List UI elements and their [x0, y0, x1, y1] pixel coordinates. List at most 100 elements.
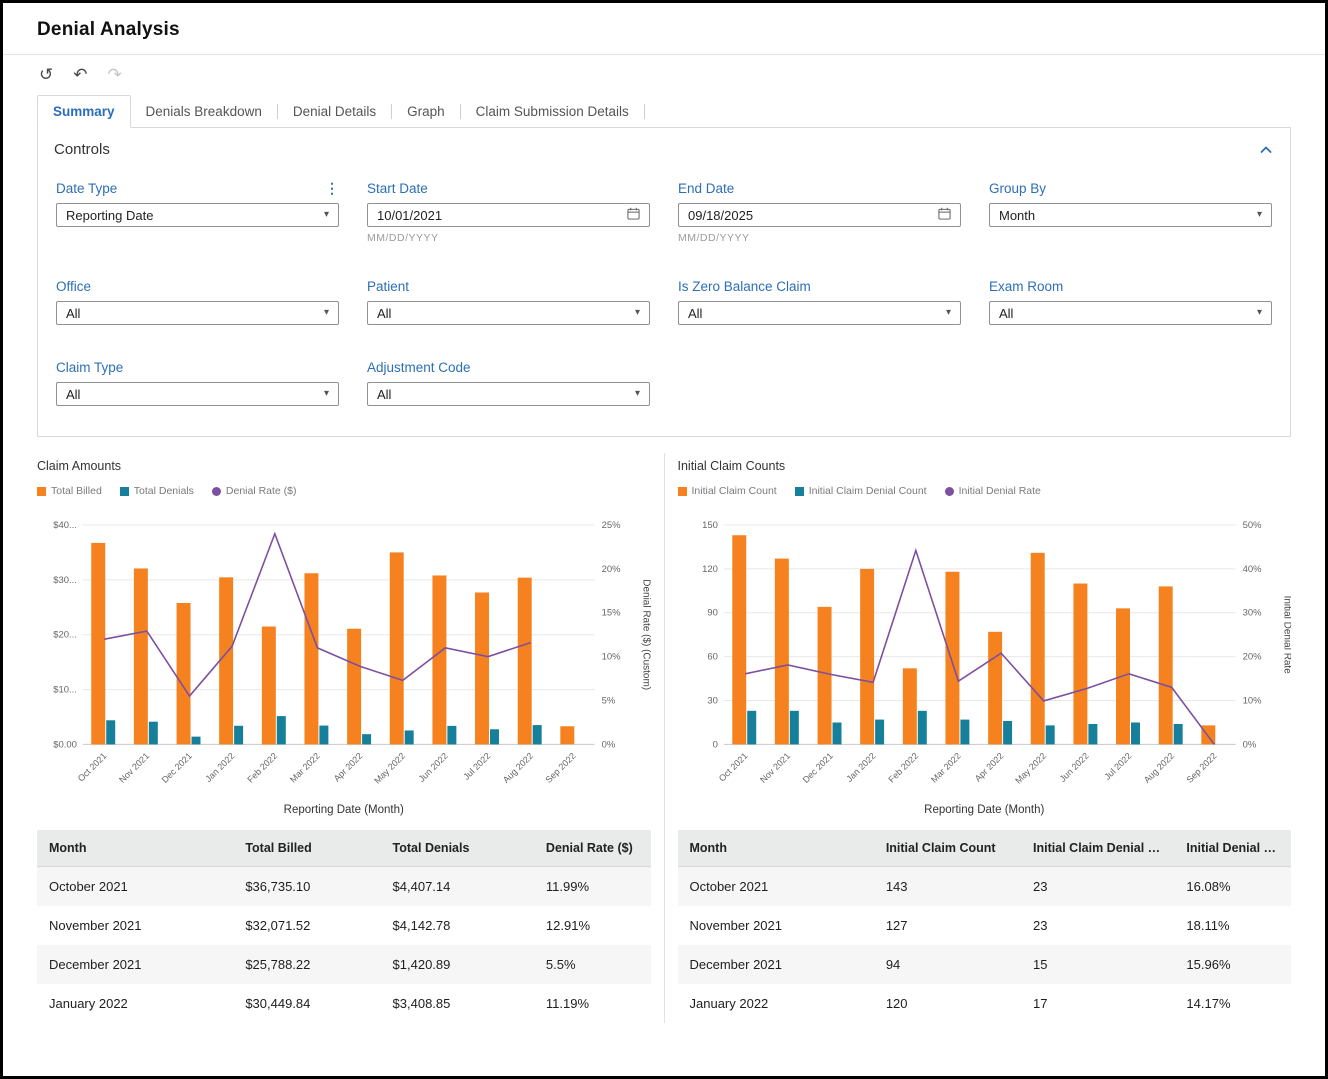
bar[interactable] — [944, 571, 959, 745]
bar[interactable] — [859, 568, 874, 745]
x-axis-title: Reporting Date (Month) — [283, 804, 404, 817]
tab-denial-details[interactable]: Denial Details — [278, 96, 391, 127]
bar[interactable] — [133, 568, 148, 745]
chevron-up-icon[interactable] — [1258, 142, 1274, 158]
bar[interactable] — [489, 729, 499, 745]
bar[interactable] — [304, 573, 319, 745]
bar[interactable] — [276, 716, 286, 745]
legend-item[interactable]: Denial Rate ($) — [211, 485, 297, 497]
y2-axis-title: Initial Denial Rate — [1281, 596, 1291, 675]
column-header: Total Denials — [380, 830, 534, 868]
tab-graph[interactable]: Graph — [392, 96, 460, 127]
office-select[interactable]: All ▾ — [56, 301, 339, 325]
bar[interactable] — [560, 726, 575, 745]
patient-select[interactable]: All ▾ — [367, 301, 650, 325]
bar[interactable] — [517, 577, 532, 745]
bar[interactable] — [261, 626, 276, 745]
bar[interactable] — [347, 628, 362, 745]
claim-type-select[interactable]: All ▾ — [56, 382, 339, 406]
bar[interactable] — [774, 558, 789, 745]
legend-item[interactable]: Total Billed — [37, 485, 102, 497]
bar[interactable] — [789, 710, 799, 745]
bar[interactable] — [219, 577, 234, 745]
date-type-select[interactable]: Reporting Date ▾ — [56, 203, 339, 227]
x-axis-tick-label: Sep 2022 — [1184, 751, 1218, 785]
reset-icon[interactable]: ↺ — [39, 66, 53, 83]
x-axis-tick-label: Jun 2022 — [417, 751, 450, 784]
bar[interactable] — [106, 720, 116, 745]
initial-claim-counts-chart[interactable]: 0 30 60 90 120 150 0% 10% 20% 30% 40% 50% Oct 2021 No… — [678, 513, 1292, 804]
bar[interactable] — [447, 725, 457, 745]
tab-claim-submission-details[interactable]: Claim Submission Details — [461, 96, 644, 127]
bar[interactable] — [1200, 725, 1215, 745]
claim-amounts-chart[interactable]: $0.00 $10... $20... $30... $40... 0% 5% 10% 15% 2… — [37, 513, 651, 804]
select-value: All — [377, 305, 392, 321]
bar[interactable] — [319, 725, 329, 745]
app-window: Denial Analysis ↺ ↶ ↷ Summary Denials Br… — [0, 0, 1328, 1079]
table-cell: $4,407.14 — [392, 879, 451, 895]
is-zero-balance-claim-select[interactable]: All ▾ — [678, 301, 961, 325]
bar[interactable] — [362, 734, 372, 745]
table-cell: $25,788.22 — [245, 957, 311, 973]
y-axis-tick-label: 120 — [702, 564, 718, 575]
legend-item[interactable]: Total Denials — [119, 485, 194, 497]
group-by-select[interactable]: Month ▾ — [989, 203, 1272, 227]
start-date-input[interactable]: 10/01/2021 — [367, 203, 650, 227]
adjustment-code-select[interactable]: All ▾ — [367, 382, 650, 406]
end-date-input[interactable]: 09/18/2025 — [678, 203, 961, 227]
exam-room-select[interactable]: All ▾ — [989, 301, 1272, 325]
legend-item[interactable]: Initial Claim Denial Count — [794, 485, 927, 497]
calendar-icon[interactable] — [938, 207, 951, 223]
legend-item[interactable]: Initial Claim Count — [677, 485, 777, 497]
legend-item[interactable]: Initial Denial Rate — [944, 485, 1041, 497]
bar[interactable] — [959, 719, 969, 745]
calendar-icon[interactable] — [627, 207, 640, 223]
bar[interactable] — [1002, 720, 1012, 745]
tab-denials-breakdown[interactable]: Denials Breakdown — [131, 96, 277, 127]
y2-axis-tick-label: 0% — [1242, 739, 1256, 750]
table-cell: 11.99% — [545, 879, 590, 895]
bar[interactable] — [404, 730, 414, 745]
bar[interactable] — [191, 736, 201, 745]
bar[interactable] — [874, 719, 884, 745]
bar[interactable] — [902, 668, 917, 745]
bar[interactable] — [987, 631, 1002, 745]
line-series[interactable] — [744, 547, 1215, 745]
bar[interactable] — [148, 721, 158, 745]
bar[interactable] — [475, 592, 489, 745]
undo-icon[interactable]: ↶ — [73, 66, 87, 83]
x-axis-tick-label: Mar 2022 — [288, 751, 322, 785]
redo-icon[interactable]: ↷ — [108, 66, 122, 83]
bar[interactable] — [1045, 725, 1055, 745]
y-axis-tick-label: $40... — [53, 520, 77, 531]
bar[interactable] — [1158, 586, 1173, 745]
bar[interactable] — [746, 710, 756, 745]
x-axis-tick-label: Sep 2022 — [543, 751, 577, 785]
legend-swatch — [37, 486, 46, 496]
table-row: October 2021 143 23 16.08% — [677, 866, 1291, 907]
controls-title: Controls — [54, 141, 110, 158]
field-office: Office All ▾ — [56, 278, 339, 325]
bar[interactable] — [1173, 723, 1183, 745]
bar[interactable] — [1087, 723, 1097, 745]
bar[interactable] — [91, 542, 106, 745]
bar[interactable] — [532, 725, 542, 745]
bar[interactable] — [917, 710, 927, 745]
bar[interactable] — [817, 606, 832, 745]
bar[interactable] — [1130, 722, 1140, 745]
y2-axis-tick-label: 25% — [602, 520, 622, 531]
bar[interactable] — [234, 725, 244, 745]
field-label: Claim Type — [56, 359, 124, 375]
bar[interactable] — [832, 722, 842, 745]
y-axis-tick-label: 90 — [707, 608, 718, 619]
bar[interactable] — [432, 575, 447, 745]
bar[interactable] — [1030, 552, 1045, 745]
bar[interactable] — [731, 535, 746, 745]
kebab-menu-icon[interactable]: ⋮ — [325, 181, 339, 195]
bar[interactable] — [1072, 583, 1087, 745]
tab-summary[interactable]: Summary — [37, 95, 131, 128]
bar[interactable] — [176, 602, 191, 745]
table-row: January 2022 120 17 14.17% — [678, 984, 1292, 1023]
bar[interactable] — [389, 552, 404, 745]
table-cell: January 2022 — [49, 996, 128, 1012]
